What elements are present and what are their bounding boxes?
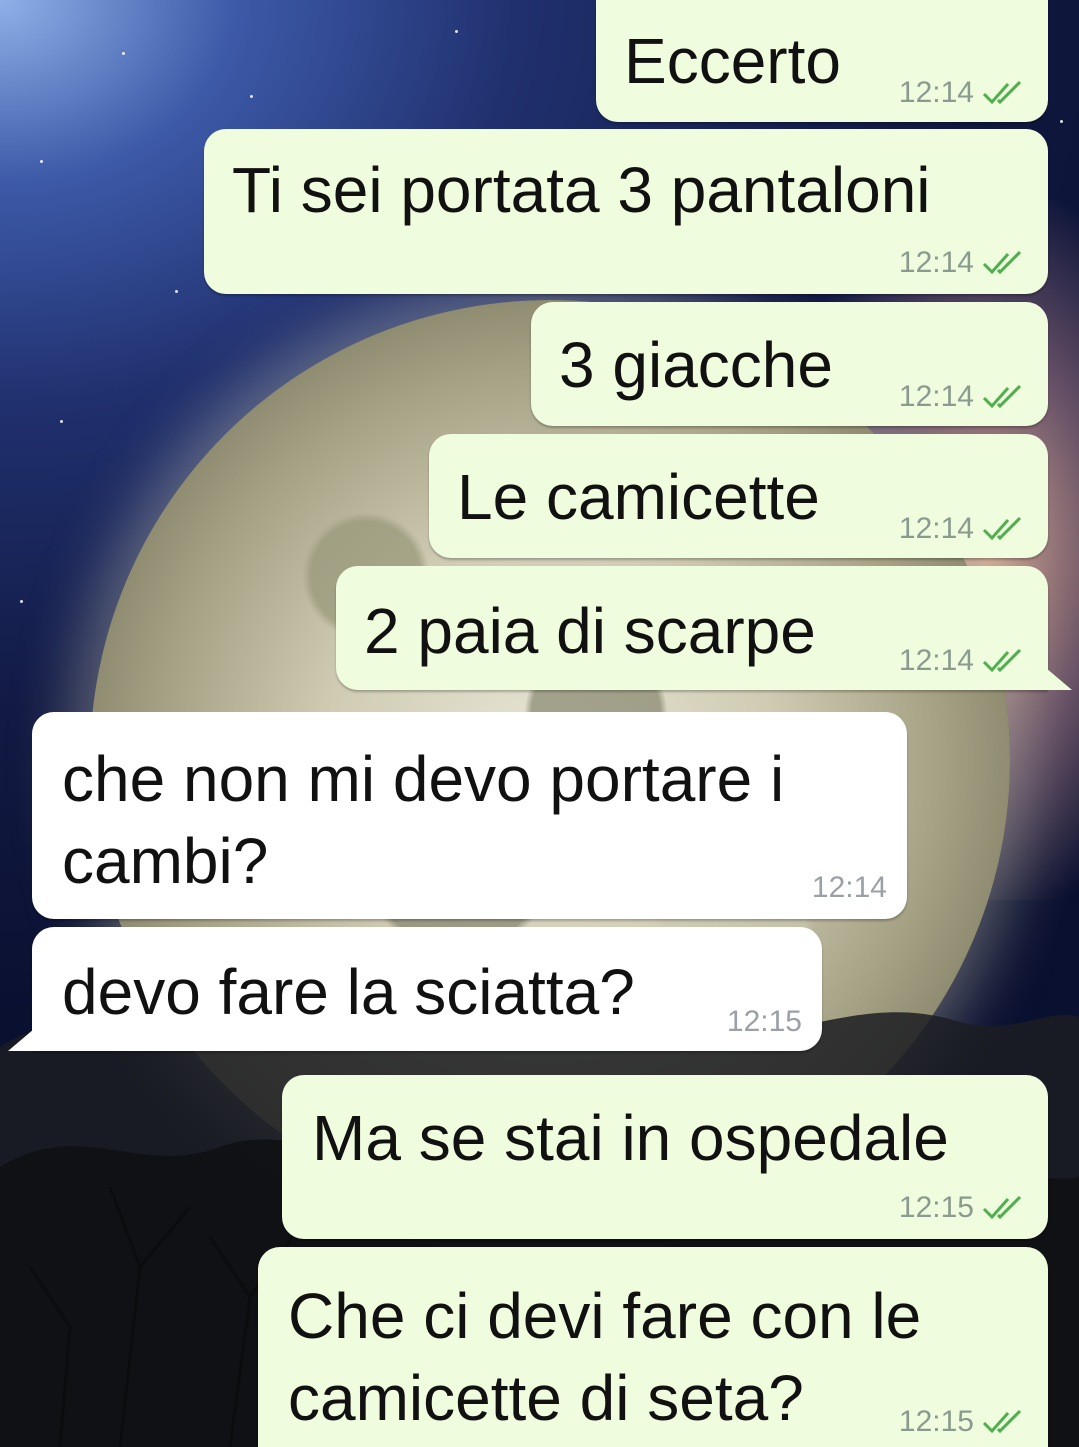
message-meta: 12:14: [899, 76, 1026, 110]
message-text: 3 giacche: [559, 329, 833, 401]
message-text: Eccerto: [624, 25, 841, 97]
bubble-tail: [8, 1029, 34, 1051]
message-meta: 12:15: [899, 1405, 1026, 1439]
wallpaper-star: [20, 600, 23, 603]
message-time: 12:14: [898, 380, 974, 413]
message-bubble-outgoing[interactable]: Eccerto 12:14: [596, 0, 1048, 122]
message-bubble-outgoing[interactable]: 2 paia di scarpe 12:14: [336, 566, 1048, 690]
message-meta: 12:14: [812, 871, 887, 905]
message-text: Ti sei portata 3 pantaloni: [232, 154, 931, 226]
message-text-line-2: camicette di seta?: [288, 1362, 804, 1434]
double-check-icon: [982, 384, 1026, 410]
wallpaper-star: [455, 30, 458, 33]
message-time: 12:14: [898, 512, 974, 545]
message-text-line-1: Che ci devi fare con le: [288, 1280, 922, 1352]
bubble-tail: [1046, 668, 1072, 690]
message-bubble-incoming[interactable]: che non mi devo portare i cambi? 12:14: [32, 712, 907, 919]
message-time: 12:15: [726, 1005, 802, 1038]
double-check-icon: [982, 250, 1026, 276]
message-time: 12:14: [898, 246, 974, 279]
wallpaper-star: [175, 290, 178, 293]
wallpaper-star: [40, 160, 43, 163]
wallpaper-star: [122, 52, 125, 55]
message-time: 12:15: [898, 1191, 974, 1224]
message-bubble-outgoing[interactable]: 3 giacche 12:14: [531, 302, 1048, 426]
message-bubble-outgoing[interactable]: Ma se stai in ospedale 12:15: [282, 1075, 1048, 1239]
double-check-icon: [982, 1409, 1026, 1435]
message-bubble-outgoing[interactable]: Che ci devi fare con le camicette di set…: [258, 1247, 1048, 1447]
message-text: 2 paia di scarpe: [364, 595, 816, 667]
double-check-icon: [982, 648, 1026, 674]
wallpaper-star: [60, 420, 63, 423]
double-check-icon: [982, 80, 1026, 106]
message-text-line-2: cambi?: [62, 825, 269, 897]
message-time: 12:15: [898, 1405, 974, 1438]
message-text-line-1: che non mi devo portare i: [62, 743, 785, 815]
message-time: 12:14: [811, 871, 887, 904]
double-check-icon: [982, 1195, 1026, 1221]
message-meta: 12:14: [899, 246, 1026, 280]
message-text: Le camicette: [457, 461, 820, 533]
message-meta: 12:14: [899, 512, 1026, 546]
message-meta: 12:15: [727, 1005, 802, 1039]
message-bubble-outgoing[interactable]: Ti sei portata 3 pantaloni 12:14: [204, 129, 1048, 294]
message-time: 12:14: [898, 76, 974, 109]
message-bubble-incoming[interactable]: devo fare la sciatta? 12:15: [32, 927, 822, 1051]
message-meta: 12:15: [899, 1191, 1026, 1225]
message-meta: 12:14: [899, 380, 1026, 414]
message-text: Ma se stai in ospedale: [312, 1102, 949, 1174]
message-time: 12:14: [898, 644, 974, 677]
message-text: devo fare la sciatta?: [62, 956, 635, 1028]
message-meta: 12:14: [899, 644, 1026, 678]
wallpaper-star: [250, 95, 253, 98]
message-bubble-outgoing[interactable]: Le camicette 12:14: [429, 434, 1048, 558]
wallpaper-star: [1060, 120, 1063, 123]
double-check-icon: [982, 516, 1026, 542]
